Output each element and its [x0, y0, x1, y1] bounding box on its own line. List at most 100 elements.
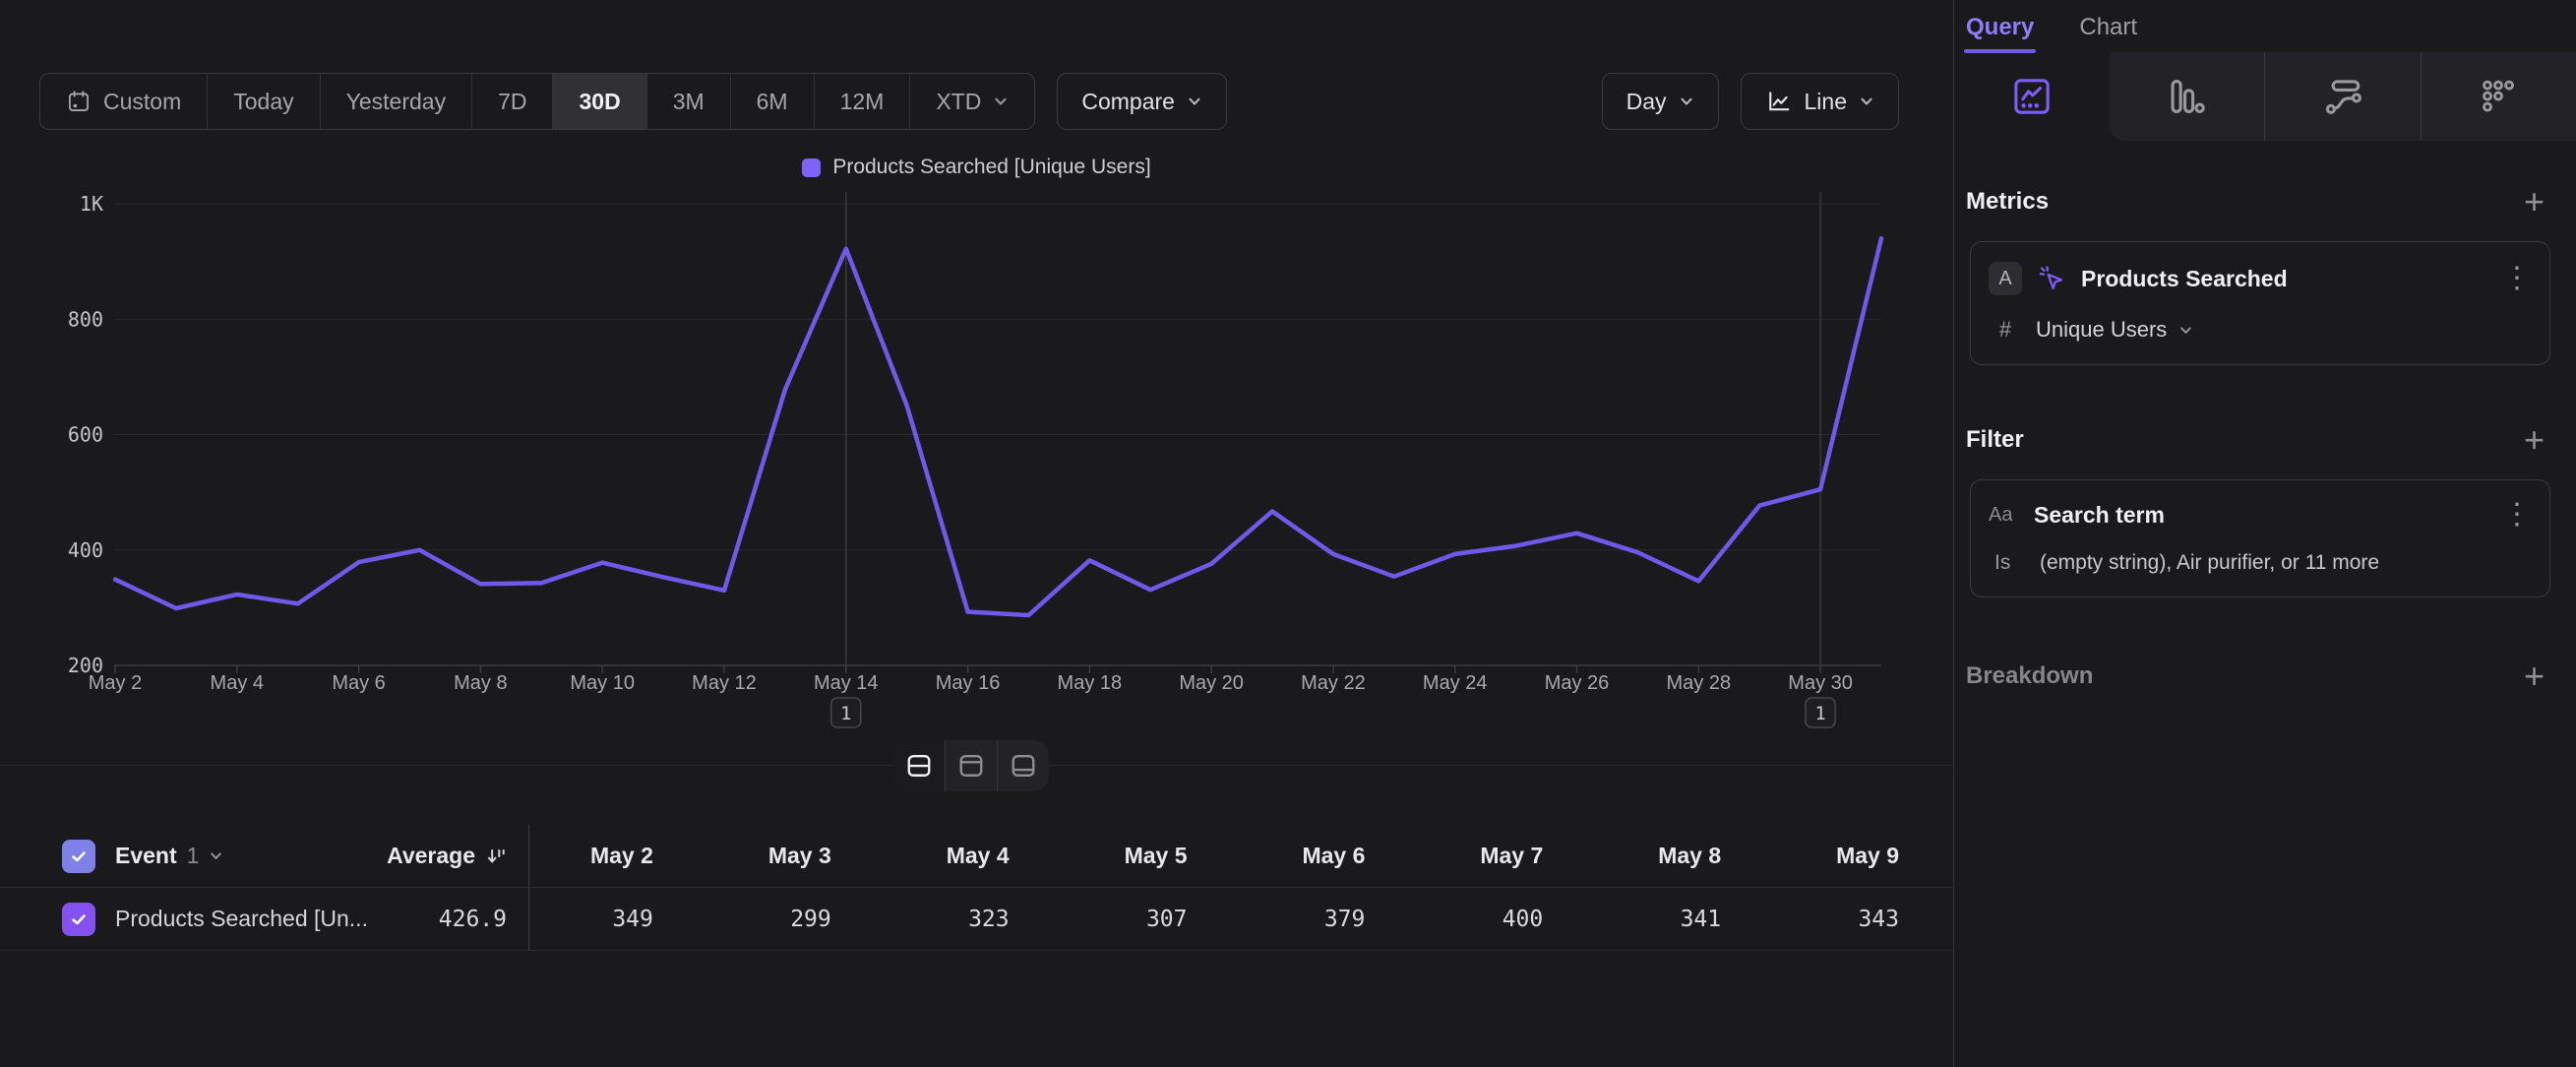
cell-value: 307 — [1064, 888, 1242, 950]
filter-heading: Filter — [1966, 426, 2024, 454]
chart-type-label: Line — [1805, 89, 1847, 115]
compare-button[interactable]: Compare — [1057, 73, 1227, 130]
series-name: Products Searched [Un... — [115, 906, 368, 932]
x-tick-label: May 20 — [1179, 672, 1244, 694]
metric-name: Products Searched — [2081, 266, 2288, 292]
add-breakdown-button[interactable]: + — [2524, 659, 2545, 694]
calendar-icon — [66, 89, 92, 114]
x-tick-label: May 14 — [814, 672, 879, 694]
y-axis-label: 1K — [80, 192, 103, 216]
range-xtd[interactable]: XTD — [910, 74, 1034, 129]
chart-type-button[interactable]: Line — [1741, 73, 1899, 130]
select-all-checkbox[interactable] — [62, 840, 95, 873]
date-range-group: CustomTodayYesterday7D30D3M6M12MXTD — [39, 73, 1035, 130]
column-header[interactable]: May 9 — [1775, 825, 1953, 887]
average-header[interactable]: Average — [387, 843, 475, 869]
chevron-down-icon — [1859, 94, 1874, 109]
x-tick-label: May 6 — [332, 672, 385, 694]
event-dropdown-label[interactable]: Event — [115, 843, 177, 869]
report-type-tabs — [1954, 52, 2576, 141]
layout-table-button[interactable] — [998, 740, 1049, 791]
x-tick-label: May 26 — [1545, 672, 1610, 694]
x-tick-label: May 2 — [89, 672, 142, 694]
cell-value: 299 — [707, 888, 886, 950]
table-header-dates: May 2May 3May 4May 5May 6May 7May 8May 9 — [529, 825, 1953, 887]
aggregation-dropdown[interactable]: Unique Users — [2036, 317, 2167, 343]
x-tick-label: May 8 — [454, 672, 507, 694]
filter-property-name: Search term — [2034, 502, 2165, 529]
column-header[interactable]: May 7 — [1419, 825, 1597, 887]
chevron-down-icon — [1679, 94, 1694, 109]
tab-query[interactable]: Query — [1966, 14, 2034, 51]
chevron-down-icon[interactable] — [209, 848, 223, 863]
filter-section: Filter + Aa Search term ⋮ Is (empty stri… — [1954, 422, 2576, 597]
analytics-app: CustomTodayYesterday7D30D3M6M12MXTD Comp… — [0, 0, 2576, 1067]
metric-menu-button[interactable]: ⋮ — [2502, 264, 2532, 293]
metrics-section: Metrics + A Products Searched ⋮ # Unique… — [1954, 184, 2576, 365]
x-tick-label: May 10 — [570, 672, 635, 694]
column-header[interactable]: May 2 — [529, 825, 707, 887]
toolbar-right: Day Line — [1602, 73, 1899, 130]
chevron-down-icon — [1187, 94, 1202, 109]
line-chart[interactable]: 1K80060040020011May 2May 4May 6May 8May … — [0, 192, 1953, 753]
range-7d[interactable]: 7D — [472, 74, 553, 129]
chart-toolbar: CustomTodayYesterday7D30D3M6M12MXTD Comp… — [39, 74, 1899, 129]
tab-funnels[interactable] — [2110, 52, 2265, 141]
column-header[interactable]: May 6 — [1242, 825, 1420, 887]
breakdown-section: Breakdown + — [1954, 659, 2576, 694]
cell-value: 349 — [529, 888, 707, 950]
range-custom[interactable]: Custom — [40, 74, 208, 129]
layout-chart-button[interactable] — [946, 740, 998, 791]
tab-chart[interactable]: Chart — [2079, 14, 2137, 51]
add-metric-button[interactable]: + — [2524, 184, 2545, 220]
event-pointer-icon — [2036, 263, 2067, 294]
table-header-left: Event 1 Average — [0, 825, 529, 887]
property-type-label: Aa — [1989, 504, 2028, 527]
sidebar-tabs: Query Chart — [1954, 0, 2576, 51]
filter-card[interactable]: Aa Search term ⋮ Is (empty string), Air … — [1970, 479, 2550, 597]
range-3m[interactable]: 3M — [647, 74, 731, 129]
annotation-badge-label: 1 — [840, 703, 851, 724]
chevron-down-icon[interactable] — [2178, 323, 2193, 338]
layout-toggle-group — [893, 740, 1049, 791]
tab-flows[interactable] — [2264, 52, 2421, 141]
column-header[interactable]: May 3 — [707, 825, 886, 887]
y-axis-label: 600 — [68, 423, 103, 447]
layout-split-button[interactable] — [893, 740, 946, 791]
series-line[interactable] — [115, 238, 1881, 615]
row-checkbox[interactable] — [62, 903, 95, 936]
granularity-button[interactable]: Day — [1602, 73, 1719, 130]
annotation-badge-label: 1 — [1814, 703, 1825, 724]
tab-retention[interactable] — [2421, 52, 2576, 141]
filter-operator[interactable]: Is — [1994, 551, 2034, 575]
filter-value[interactable]: (empty string), Air purifier, or 11 more — [2040, 551, 2379, 575]
filter-menu-button[interactable]: ⋮ — [2502, 500, 2532, 530]
column-header[interactable]: May 5 — [1064, 825, 1242, 887]
add-filter-button[interactable]: + — [2524, 422, 2545, 458]
table-data-row[interactable]: Products Searched [Un... 426.9 349299323… — [0, 888, 1953, 951]
column-header[interactable]: May 4 — [886, 825, 1064, 887]
x-tick-label: May 12 — [692, 672, 757, 694]
aggregation-prefix: # — [1989, 317, 2022, 343]
tab-insights[interactable] — [1954, 52, 2110, 141]
range-12m[interactable]: 12M — [815, 74, 911, 129]
chevron-down-icon — [993, 94, 1009, 109]
x-tick-label: May 16 — [936, 672, 1001, 694]
column-header[interactable]: May 8 — [1597, 825, 1775, 887]
data-table: Event 1 Average May 2May 3May 4May 5May … — [0, 825, 1953, 951]
table-row-left: Products Searched [Un... 426.9 — [0, 888, 529, 950]
range-today[interactable]: Today — [208, 74, 320, 129]
range-yesterday[interactable]: Yesterday — [321, 74, 472, 129]
cell-value: 379 — [1242, 888, 1420, 950]
average-value: 426.9 — [439, 907, 507, 932]
x-tick-label: May 22 — [1301, 672, 1366, 694]
x-tick-label: May 4 — [211, 672, 264, 694]
x-tick-label: May 30 — [1788, 672, 1853, 694]
y-axis-label: 800 — [68, 307, 103, 331]
granularity-label: Day — [1626, 89, 1667, 115]
sort-icon[interactable] — [485, 846, 507, 867]
metrics-heading: Metrics — [1966, 188, 2049, 216]
range-6m[interactable]: 6M — [731, 74, 815, 129]
metric-card[interactable]: A Products Searched ⋮ # Unique Users — [1970, 241, 2550, 365]
range-30d[interactable]: 30D — [553, 74, 646, 129]
